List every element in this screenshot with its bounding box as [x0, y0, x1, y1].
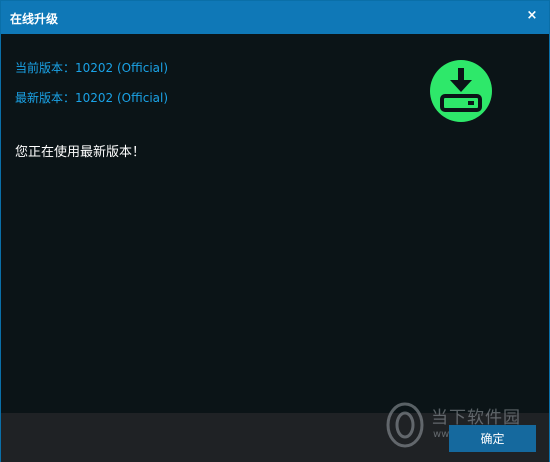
close-icon[interactable]: ×	[523, 7, 541, 25]
window-title: 在线升级	[10, 12, 59, 26]
watermark-logo-icon	[386, 402, 424, 448]
update-dialog: 在线升级 × 当前版本：10202 (Official) 最新版本：10202 …	[0, 0, 550, 462]
latest-version-label: 最新版本：10202 (Official)	[15, 91, 169, 105]
current-version-label: 当前版本：10202 (Official)	[15, 61, 169, 75]
title-bar[interactable]: 在线升级 ×	[1, 1, 549, 34]
ok-button[interactable]: 确定	[449, 425, 536, 452]
download-icon	[430, 60, 492, 122]
status-message: 您正在使用最新版本！	[15, 145, 146, 160]
